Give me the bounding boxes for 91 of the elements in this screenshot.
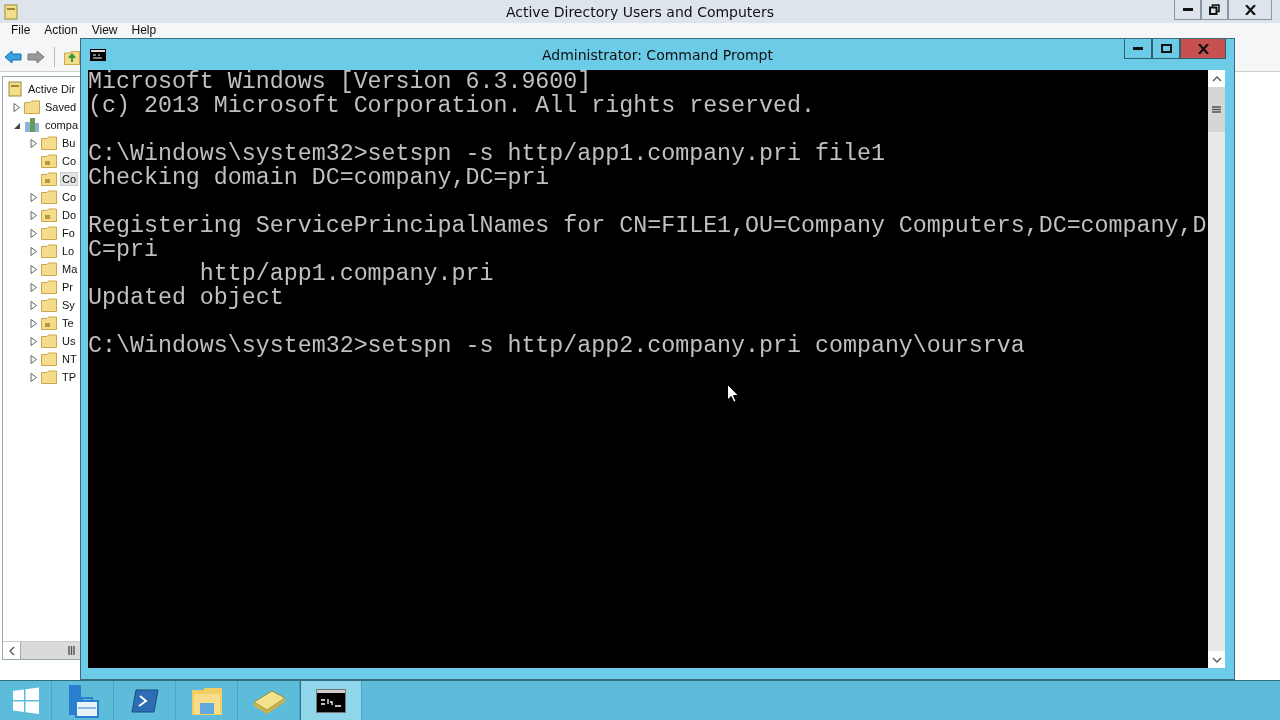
tree-item[interactable]: TP [60, 370, 79, 384]
console-line: C:\Windows\system32>setspn -s http/app2.company.pri company\oursrva [88, 334, 1025, 358]
window-title: Active Directory Users and Computers [504, 3, 776, 20]
buildings-icon [24, 117, 40, 133]
tree-item[interactable]: Sy [60, 298, 77, 312]
maximize-button[interactable] [1152, 39, 1180, 59]
folder-icon [41, 298, 57, 312]
restore-icon [1209, 4, 1220, 15]
vertical-scrollbar[interactable] [1208, 70, 1225, 668]
folder-icon [41, 244, 57, 258]
folder-icon [41, 262, 57, 276]
tree-item[interactable]: Ma [60, 262, 80, 276]
expand-arrow-icon[interactable] [30, 138, 38, 148]
folder-icon [41, 208, 57, 222]
minimize-button[interactable] [1174, 0, 1201, 20]
folder-icon [41, 370, 57, 384]
expand-arrow-icon[interactable] [30, 192, 38, 202]
console-line: (c) 2013 Microsoft Corporation. All rights reserved. [88, 94, 815, 118]
folder-icon [41, 154, 57, 168]
console-icon [4, 3, 18, 20]
tree-item[interactable]: compa [43, 118, 81, 132]
console-line: http/app1.company.pri [198, 262, 494, 286]
forward-arrow-icon[interactable] [27, 49, 45, 64]
windows-logo-icon [11, 686, 40, 715]
tree-item[interactable]: Pr [60, 280, 75, 294]
expand-arrow-icon[interactable] [13, 102, 21, 112]
expand-arrow-icon[interactable] [30, 264, 38, 274]
command-prompt-icon [90, 48, 106, 61]
tree-item[interactable]: Active Dir [26, 82, 78, 96]
tree-item[interactable]: Bu [60, 136, 78, 150]
folder-icon [41, 136, 57, 150]
horizontal-scrollbar[interactable] [3, 641, 81, 659]
expand-arrow-icon[interactable] [30, 282, 38, 292]
folder-icon [41, 190, 57, 204]
folder-icon [41, 226, 57, 240]
maximize-icon [1160, 44, 1172, 53]
grip-icon [68, 646, 75, 655]
console-line: Checking domain DC=company,DC=pri [88, 166, 550, 190]
expand-arrow-icon[interactable] [30, 336, 38, 346]
console-line: Registering ServicePrincipalNames for CN=FILE1,OU=Company Computers,DC=company,D [88, 214, 1207, 238]
close-icon [1197, 43, 1209, 54]
expand-arrow-icon[interactable] [30, 300, 38, 310]
console-icon [7, 81, 23, 97]
tree-item[interactable]: Saved [43, 100, 79, 114]
scroll-up-icon[interactable] [1211, 75, 1222, 82]
expand-arrow-icon[interactable] [30, 354, 38, 364]
tree-item[interactable]: Lo [60, 244, 77, 258]
menu-item[interactable]: Help [124, 23, 164, 37]
menu-item[interactable]: Action [37, 23, 85, 37]
command-prompt-icon [316, 688, 346, 713]
up-folder-icon[interactable] [64, 48, 80, 65]
folder-icon [41, 172, 57, 186]
expand-arrow-icon[interactable] [30, 228, 38, 238]
powershell-icon [130, 688, 159, 713]
console-line: C:\Windows\system32>setspn -s http/app1.company.pri file1 [88, 142, 885, 166]
tree-item[interactable]: Co [60, 172, 79, 186]
folder-icon [24, 100, 40, 114]
folder-icon [190, 685, 223, 716]
grip-icon [1212, 106, 1221, 113]
expand-arrow-icon[interactable] [30, 210, 38, 220]
tree-item[interactable]: Te [60, 316, 76, 330]
tree-item[interactable]: Us [60, 334, 78, 348]
minimize-button[interactable] [1124, 39, 1152, 59]
folder-icon [41, 334, 57, 348]
back-arrow-icon[interactable] [4, 49, 22, 64]
expand-arrow-icon[interactable] [30, 372, 38, 382]
restore-button[interactable] [1201, 0, 1228, 20]
tree-item[interactable]: Do [60, 208, 79, 222]
console-line: C=pri [88, 238, 158, 262]
console-line: Updated object [88, 286, 284, 310]
close-icon [1244, 4, 1256, 15]
tree-item[interactable]: NT [60, 352, 79, 366]
tree-item[interactable]: Co [60, 190, 79, 204]
scroll-down-icon[interactable] [1211, 656, 1222, 663]
tree-item[interactable]: Co [60, 154, 79, 168]
taskbar-button[interactable] [300, 681, 362, 720]
mouse-pointer-icon [727, 384, 739, 403]
minimize-icon [1133, 47, 1143, 50]
close-button[interactable] [1228, 0, 1272, 20]
scroll-left-icon[interactable] [8, 645, 15, 656]
minimize-icon [1182, 8, 1193, 11]
console-line: Microsoft Windows [Version 6.3.9600] [88, 70, 592, 94]
menu-item[interactable]: File [4, 23, 38, 37]
folder-icon [41, 316, 57, 330]
expand-arrow-icon[interactable] [30, 246, 38, 256]
folder-icon [41, 280, 57, 294]
expand-arrow-icon[interactable] [30, 318, 38, 328]
menu-item[interactable]: View [84, 23, 125, 37]
folder-icon [41, 352, 57, 366]
window-title: Administrator: Command Prompt [541, 46, 774, 63]
tree-item[interactable]: Fo [60, 226, 77, 240]
